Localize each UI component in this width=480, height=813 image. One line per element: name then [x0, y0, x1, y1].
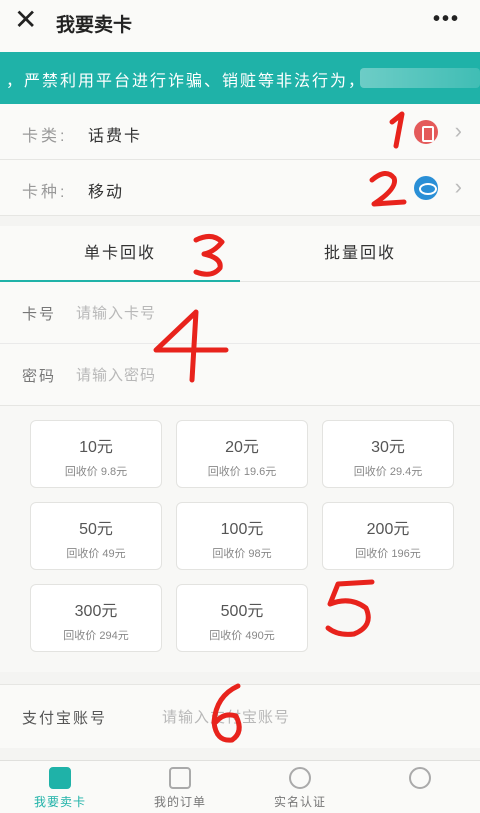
recycle-tabs: 单卡回收 批量回收	[0, 226, 480, 283]
nav-item-verification[interactable]: 实名认证	[240, 761, 360, 813]
denomination-card[interactable]: 50元 回收价 49元	[30, 502, 162, 570]
tab-single[interactable]: 单卡回收	[0, 226, 240, 283]
nav-item-orders[interactable]: 我的订单	[120, 761, 240, 813]
chevron-right-icon: ›	[454, 174, 462, 199]
denomination-card[interactable]: 300元 回收价 294元	[30, 584, 162, 652]
recycle-price: 回收价 19.6元	[207, 466, 277, 478]
card-password-input[interactable]	[76, 363, 436, 387]
card-password-field: 密码	[0, 344, 480, 406]
denomination-amount: 500元	[220, 603, 264, 620]
china-mobile-icon	[414, 176, 438, 200]
recycle-price: 回收价 490元	[209, 630, 275, 642]
recycle-price: 回收价 196元	[355, 548, 421, 560]
nav-label: 实名认证	[273, 795, 326, 809]
user-icon	[409, 767, 431, 789]
recycle-price: 回收价 294元	[63, 630, 129, 642]
blurred-text	[360, 68, 480, 88]
denomination-amount: 20元	[225, 439, 259, 456]
card-number-input[interactable]	[76, 301, 436, 325]
recycle-price: 回收价 49元	[66, 548, 126, 560]
nav-item-profile[interactable]	[360, 761, 480, 813]
alipay-field: 支付宝账号	[0, 684, 480, 748]
card-type-value: 话费卡	[88, 128, 143, 145]
denomination-amount: 100元	[220, 521, 264, 538]
denomination-card[interactable]: 500元 回收价 490元	[176, 584, 308, 652]
card-icon	[49, 767, 71, 789]
recycle-price: 回收价 98元	[212, 548, 272, 560]
tab-single-label: 单卡回收	[83, 245, 156, 262]
card-number-label: 卡号	[22, 306, 57, 323]
denomination-card[interactable]: 200元 回收价 196元	[322, 502, 454, 570]
denomination-amount: 30元	[371, 439, 405, 456]
card-password-label: 密码	[22, 368, 57, 385]
card-kind-value: 移动	[88, 184, 125, 201]
order-icon	[169, 767, 191, 789]
denomination-card[interactable]: 20元 回收价 19.6元	[176, 420, 308, 488]
denomination-amount: 300元	[74, 603, 118, 620]
app-header: ✕ 我要卖卡 •••	[0, 0, 480, 52]
alipay-input[interactable]	[162, 705, 462, 729]
nav-label: 我要卖卡	[33, 795, 86, 809]
denomination-amount: 10元	[79, 439, 113, 456]
card-number-field: 卡号	[0, 282, 480, 344]
recycle-price: 回收价 9.8元	[64, 466, 128, 478]
denomination-card[interactable]: 10元 回收价 9.8元	[30, 420, 162, 488]
recycle-price: 回收价 29.4元	[353, 466, 423, 478]
denomination-card[interactable]: 100元 回收价 98元	[176, 502, 308, 570]
card-type-row[interactable]: 卡类: 话费卡 ›	[0, 104, 480, 160]
card-type-label: 卡类:	[22, 128, 68, 145]
notice-text: ，严禁利用平台进行诈骗、销赃等非法行为，	[6, 73, 367, 90]
card-kind-label: 卡种:	[22, 184, 68, 201]
card-kind-row[interactable]: 卡种: 移动 ›	[0, 160, 480, 216]
phone-card-icon	[414, 120, 438, 144]
nav-label: 我的订单	[153, 795, 206, 809]
close-icon[interactable]: ✕	[14, 6, 37, 34]
bottom-nav: 我要卖卡 我的订单 实名认证	[0, 760, 480, 813]
denomination-grid: 10元 回收价 9.8元 20元 回收价 19.6元 30元 回收价 29.4元…	[0, 406, 480, 672]
denomination-amount: 50元	[79, 521, 113, 538]
more-icon[interactable]: •••	[433, 8, 460, 31]
alipay-label: 支付宝账号	[22, 710, 108, 727]
tab-batch-label: 批量回收	[323, 245, 396, 262]
denomination-card[interactable]: 30元 回收价 29.4元	[322, 420, 454, 488]
page-title: 我要卖卡	[56, 15, 133, 36]
verify-icon	[289, 767, 311, 789]
chevron-right-icon: ›	[454, 118, 462, 143]
nav-item-sell-card[interactable]: 我要卖卡	[0, 761, 120, 813]
notice-banner: ，严禁利用平台进行诈骗、销赃等非法行为，	[0, 52, 480, 104]
tab-batch[interactable]: 批量回收	[240, 226, 480, 282]
denomination-amount: 200元	[366, 521, 410, 538]
